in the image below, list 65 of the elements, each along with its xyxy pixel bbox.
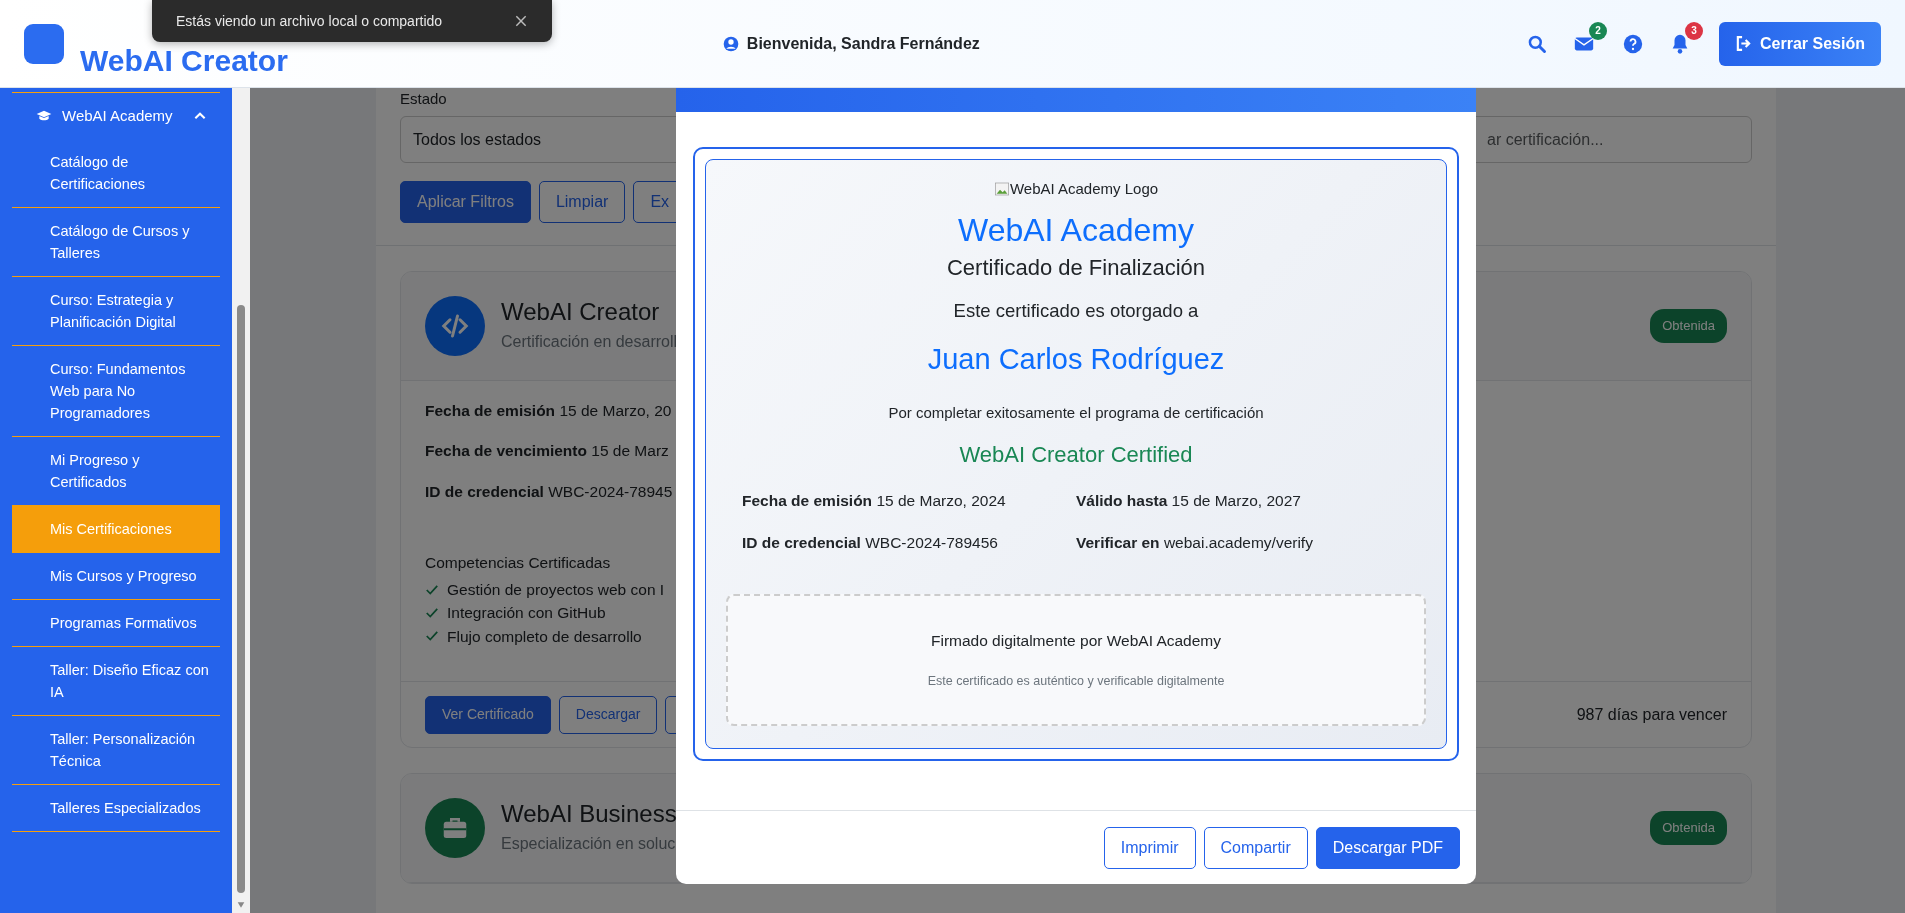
reason-text: Por completar exitosamente el programa de certificación <box>887 402 1265 423</box>
search-icon[interactable] <box>1527 33 1548 54</box>
section-label: WebAI Academy <box>62 105 173 126</box>
count-badge: 2 <box>1589 21 1608 40</box>
toast-message: Estás viendo un archivo local o compartido <box>176 11 443 31</box>
signature-note: Este certificado es auténtico y verificable digitalmente <box>927 673 1225 690</box>
help-icon[interactable] <box>1623 33 1644 54</box>
awarded-text: Este certificado es otorgado a <box>952 298 1200 323</box>
detail-line: Válido hasta 15 de Marzo, 2027 <box>1076 492 1301 510</box>
card-title: WebAI Creator <box>501 298 661 326</box>
program-name: WebAI Creator Certified <box>958 441 1194 470</box>
welcome-text: Bienvenida, Sandra Fernández <box>746 33 980 54</box>
recipient-name: Juan Carlos Rodríguez <box>926 342 1226 378</box>
button[interactable]: Descargar PDF <box>1315 826 1460 869</box>
signature-text: Firmado digitalmente por WebAI Academy <box>930 630 1221 651</box>
sidebar-item[interactable]: Taller: Personalización Técnica <box>12 716 220 785</box>
logout-button[interactable]: Cerrar Sesión <box>1719 21 1881 66</box>
brand-name: WebAI Creator <box>80 45 288 76</box>
issuer-name: WebAI Academy <box>957 210 1195 249</box>
broken-image-icon <box>993 181 1010 198</box>
code-icon <box>425 296 485 356</box>
status-badge: Obtenida <box>1650 309 1727 343</box>
user-icon <box>722 35 739 52</box>
button[interactable]: Ver Certificado <box>425 695 551 734</box>
sidebar-item[interactable]: Mis Cursos y Progreso <box>12 553 220 600</box>
button[interactable]: Compartir <box>1203 826 1308 869</box>
detail-line: Fecha de emisión 15 de Marzo, 2024 <box>742 492 1006 510</box>
sidebar-item[interactable]: Curso: Estrategia y Planificación Digital <box>12 277 220 346</box>
logo-icon <box>24 23 64 64</box>
check-icon <box>425 582 439 597</box>
sidebar-item[interactable]: Taller: Diseño Eficaz con IA <box>12 647 220 716</box>
scrollbar[interactable] <box>232 88 250 913</box>
detail-line: ID de credencial WBC-2024-78945 <box>425 482 673 500</box>
sidebar-item[interactable]: Catálogo de Cursos y Talleres <box>12 208 220 277</box>
field-label: Estado <box>400 89 448 108</box>
sidebar-item[interactable]: Programas Formativos <box>12 600 220 647</box>
briefcase-icon <box>425 798 485 858</box>
button[interactable]: Descargar <box>558 695 658 734</box>
check-icon <box>425 605 439 620</box>
skill-item: Integración con GitHub <box>447 603 606 624</box>
detail-line: Fecha de vencimiento 15 de Marz <box>425 442 669 460</box>
sidebar-section[interactable]: WebAI Academy <box>12 92 220 139</box>
sidebar-item[interactable]: Talleres Especializados <box>12 785 220 832</box>
card-title: WebAI Business <box>501 800 677 828</box>
button[interactable]: Aplicar Filtros <box>400 181 531 223</box>
logo-alt-text: WebAI Academy Logo <box>1009 179 1159 199</box>
sidebar-item[interactable]: Curso: Fundamentos Web para No Programadores <box>12 346 220 437</box>
skill-item: Gestión de proyectos web con I <box>447 580 665 600</box>
card-subtitle: Especialización en soluc <box>501 834 677 854</box>
detail-line: ID de credencial WBC-2024-789456 <box>742 533 998 551</box>
button[interactable]: Imprimir <box>1103 826 1196 869</box>
certificate-title: Certificado de Finalización <box>946 253 1206 282</box>
scroll-down-icon[interactable] <box>236 901 246 909</box>
skills-heading: Competencias Certificadas <box>425 552 612 573</box>
expiry-text: 987 días para vencer <box>1576 704 1727 725</box>
button[interactable]: Limpiar <box>538 181 626 223</box>
sidebar-item[interactable]: Catálogo de Certificaciones <box>12 139 220 208</box>
detail-line: Verificar en webai.academy/verify <box>1076 533 1313 551</box>
close-icon[interactable] <box>514 14 528 28</box>
sign-out-icon <box>1735 35 1753 52</box>
card-subtitle: Certificación en desarroll <box>501 332 678 352</box>
detail-line: Fecha de emisión 15 de Marzo, 20 <box>425 402 672 419</box>
skill-item: Flujo completo de desarrollo <box>447 626 642 647</box>
status-badge: Obtenida <box>1650 811 1727 845</box>
count-badge: 3 <box>1685 21 1704 40</box>
